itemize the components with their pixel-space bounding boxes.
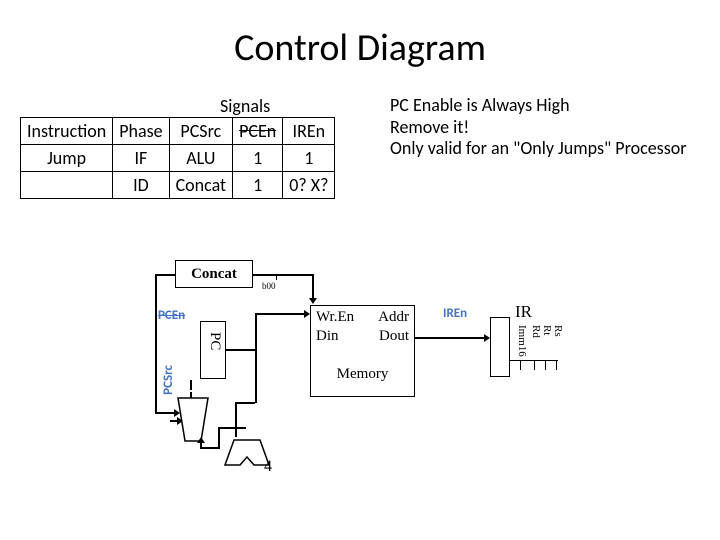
constant-4: 4 xyxy=(264,458,272,476)
datapath-diagram: Concat b00 PCEn PC PCSrc Wr.En Addr Din … xyxy=(100,260,650,510)
wire xyxy=(276,275,277,280)
memory-din-port: Din xyxy=(316,328,339,345)
wire xyxy=(545,360,546,370)
cell-iren: 0? X? xyxy=(283,172,335,199)
col-pcen: PCEn xyxy=(233,118,283,145)
wire xyxy=(155,274,175,276)
pcen-label: PCEn xyxy=(158,308,185,323)
col-phase: Phase xyxy=(113,118,169,145)
memory-block: Wr.En Addr Din Dout Memory xyxy=(310,305,415,397)
page-title: Control Diagram xyxy=(0,0,720,71)
ir-field-imm16: Imm16 xyxy=(516,325,528,357)
wire xyxy=(155,412,175,414)
wire xyxy=(200,442,202,448)
wire xyxy=(312,274,314,299)
wire xyxy=(255,313,305,315)
wire xyxy=(520,360,521,370)
cell-pcen: 1 xyxy=(233,145,283,172)
cell-phase: IF xyxy=(113,145,169,172)
concat-block: Concat xyxy=(175,260,253,288)
cell-pcsrc: Concat xyxy=(169,172,233,199)
ir-field-rs: Rs xyxy=(552,325,564,337)
cell-phase: ID xyxy=(113,172,169,199)
col-pcsrc: PCSrc xyxy=(169,118,233,145)
wire xyxy=(200,447,220,449)
ir-register xyxy=(490,317,510,377)
pcsrc-label: PCSrc xyxy=(161,365,176,395)
cell-pcen: 1 xyxy=(233,172,283,199)
note-line-2: Remove it! xyxy=(390,117,687,139)
wire xyxy=(190,380,192,390)
memory-wren-port: Wr.En xyxy=(316,309,354,326)
memory-title: Memory xyxy=(311,366,414,383)
table-row: Jump IF ALU 1 1 xyxy=(21,145,335,172)
wire xyxy=(255,313,257,403)
wire xyxy=(415,337,485,339)
wire xyxy=(556,360,557,370)
wire xyxy=(534,360,535,370)
side-notes: PC Enable is Always High Remove it! Only… xyxy=(390,95,687,160)
wire xyxy=(510,360,558,361)
cell-pcsrc: ALU xyxy=(169,145,233,172)
col-instruction: Instruction xyxy=(21,118,113,145)
wire xyxy=(253,274,313,276)
memory-addr-port: Addr xyxy=(378,309,409,326)
ir-label: IR xyxy=(515,302,532,322)
wire xyxy=(218,427,220,447)
cell-instruction xyxy=(21,172,113,199)
note-line-1: PC Enable is Always High xyxy=(390,95,687,117)
note-line-3: Only valid for an "Only Jumps" Processor xyxy=(390,138,687,160)
cell-iren: 1 xyxy=(283,145,335,172)
wire xyxy=(235,402,255,404)
table-header-row: Instruction Phase PCSrc PCEn IREn xyxy=(21,118,335,145)
mux-icon xyxy=(173,393,213,448)
wire xyxy=(218,427,246,429)
wire xyxy=(155,274,157,414)
b00-label: b00 xyxy=(262,281,276,291)
iren-label: IREn xyxy=(443,306,467,321)
pc-label: PC xyxy=(206,332,223,350)
signals-header: Signals xyxy=(220,95,270,117)
cell-instruction: Jump xyxy=(21,145,113,172)
memory-dout-port: Dout xyxy=(379,328,409,345)
col-iren: IREn xyxy=(283,118,335,145)
control-table: Instruction Phase PCSrc PCEn IREn Jump I… xyxy=(20,117,335,199)
table-row: ID Concat 1 0? X? xyxy=(21,172,335,199)
wire xyxy=(235,402,237,437)
wire xyxy=(226,349,256,351)
